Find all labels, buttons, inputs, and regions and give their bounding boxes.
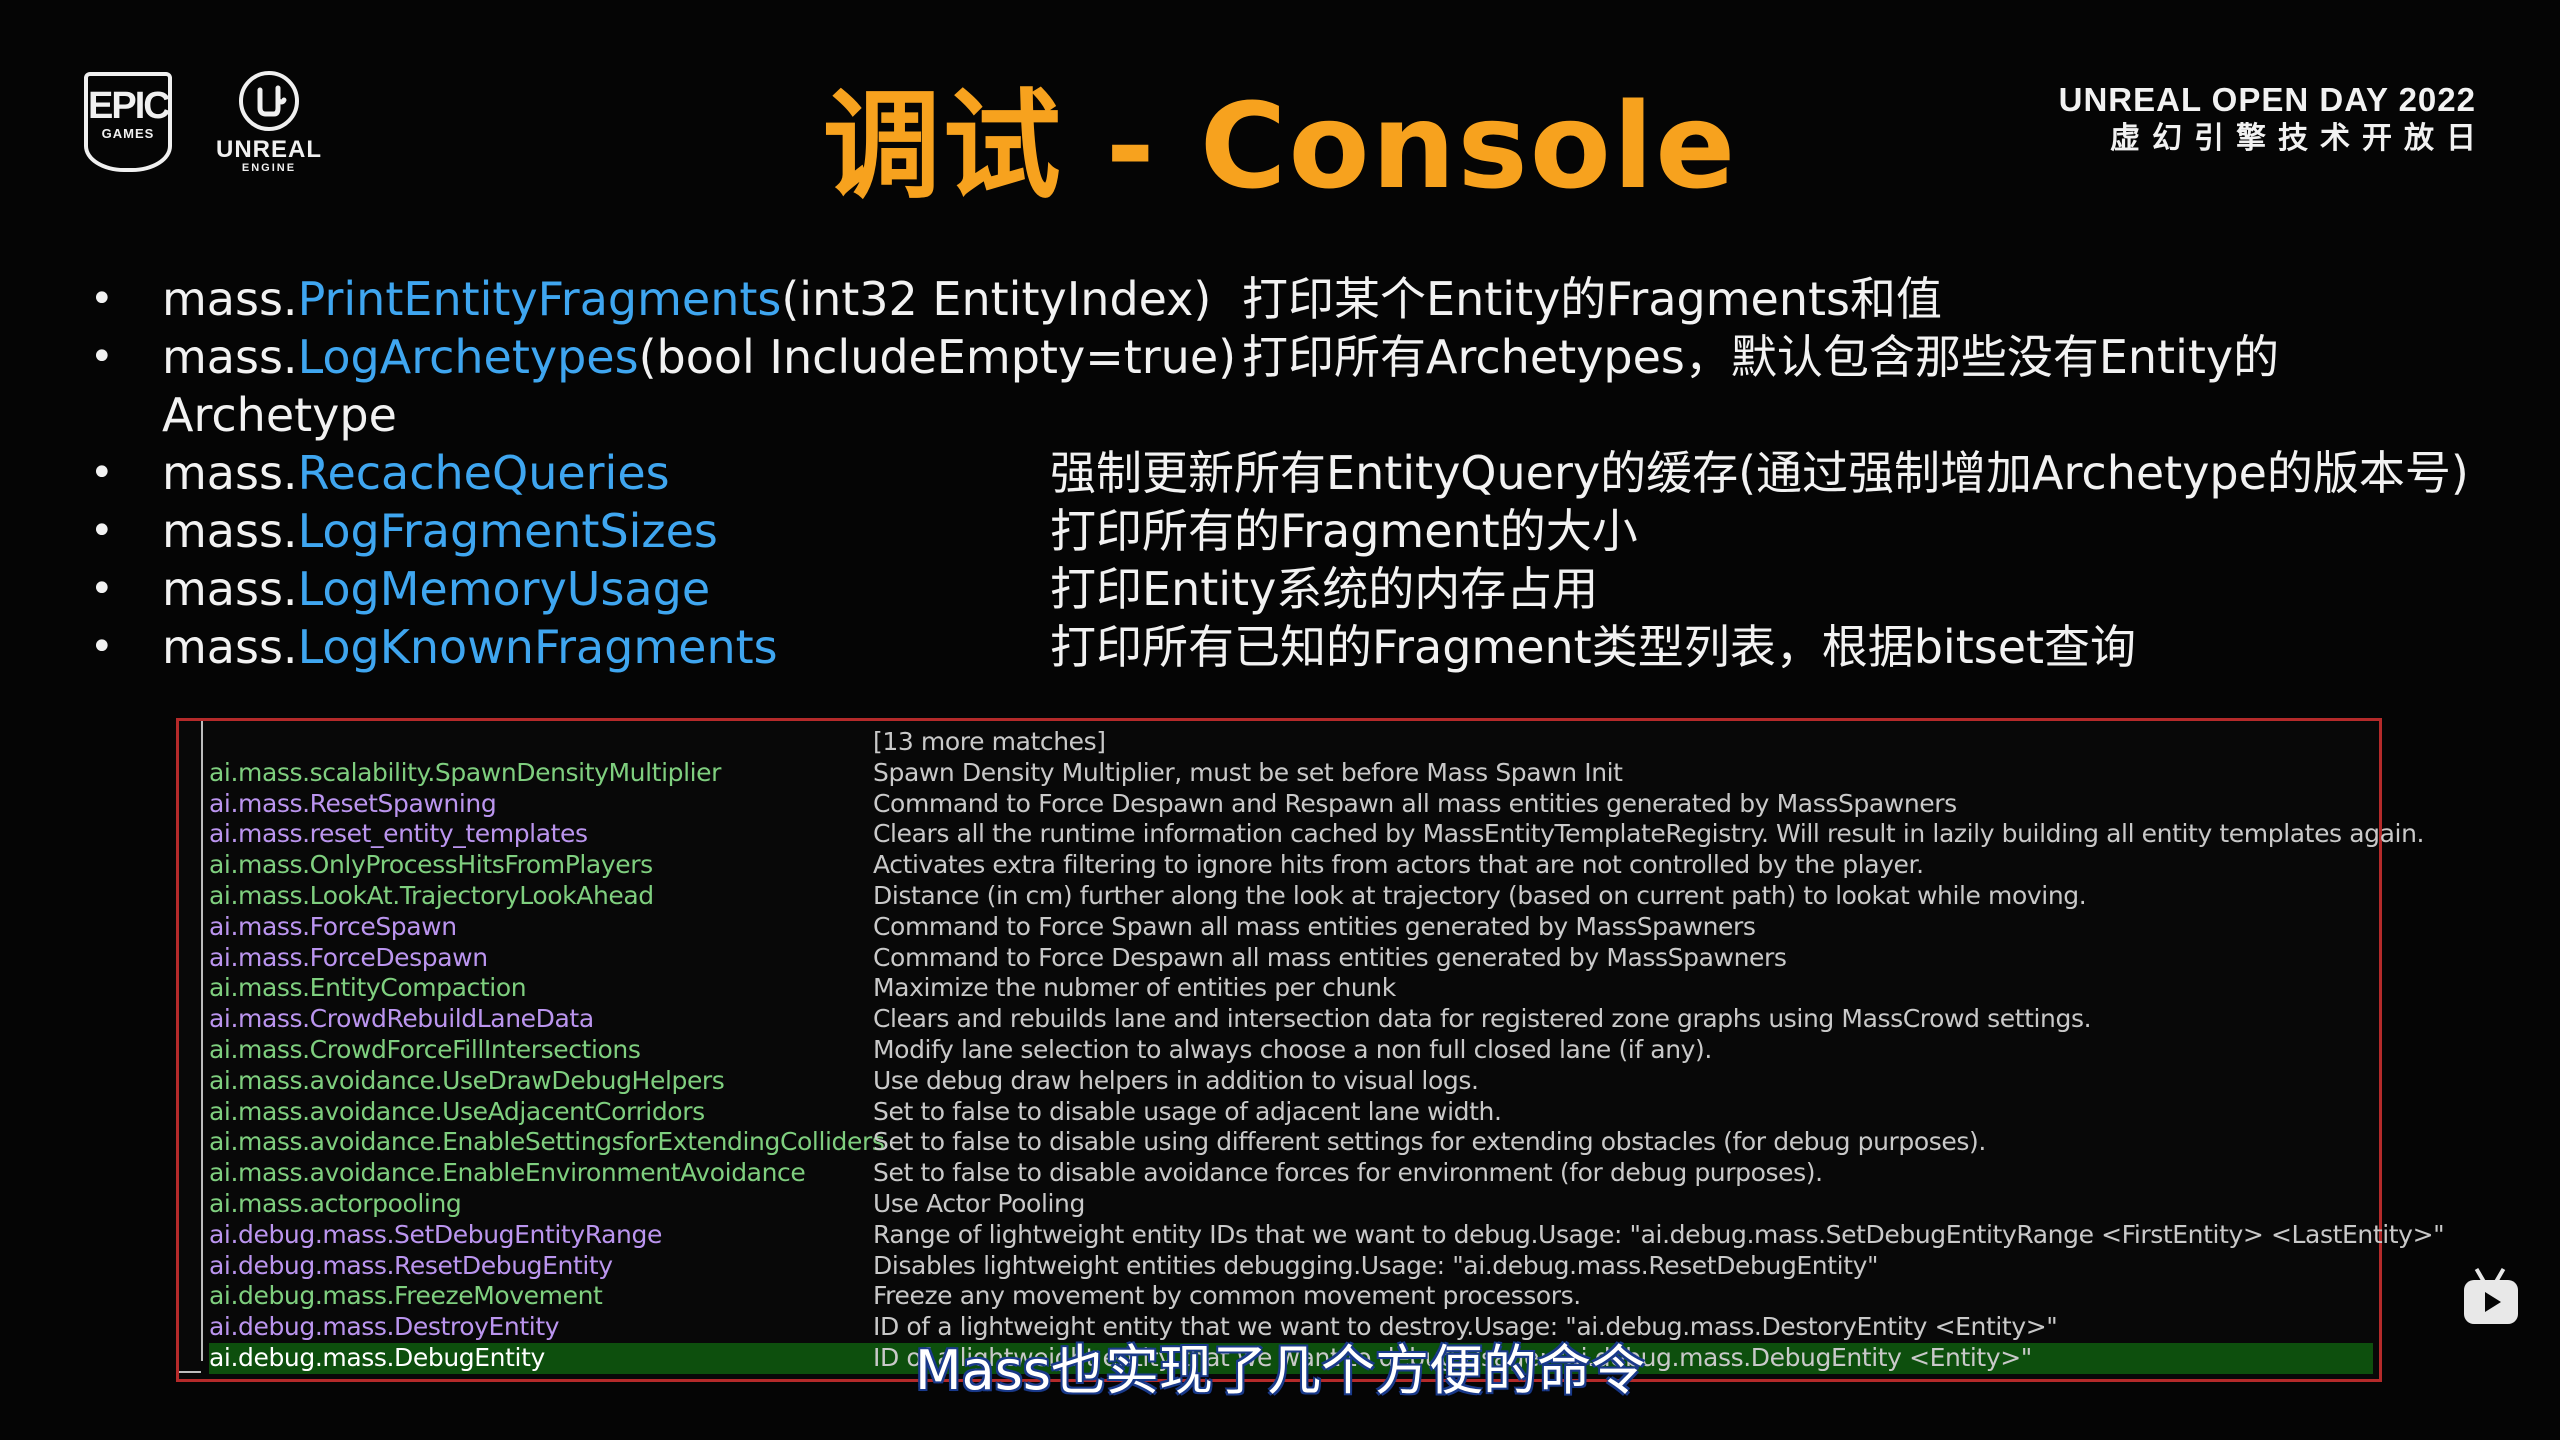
- console-command-name: ai.mass.avoidance.EnableEnvironmentAvoid…: [209, 1158, 806, 1188]
- console-command-name: ai.mass.ResetSpawning: [209, 788, 497, 818]
- console-suggestion[interactable]: ai.mass.avoidance.EnableEnvironmentAvoid…: [209, 1158, 2373, 1189]
- console-suggestion[interactable]: ai.mass.avoidance.UseDrawDebugHelpers Use…: [209, 1066, 2373, 1097]
- console-suggestion[interactable]: ai.mass.actorpooling Use Actor Pooling: [209, 1189, 2373, 1220]
- bullet-dot-icon: •: [90, 508, 114, 554]
- console-command-help: Set to false to disable avoidance forces…: [873, 1158, 1823, 1188]
- command-description: 打印Entity系统的内存占用: [1050, 562, 1599, 616]
- console-command-name: ai.mass.ForceSpawn: [209, 911, 457, 941]
- console-divider: [201, 721, 203, 1361]
- console-suggestion[interactable]: ai.mass.CrowdRebuildLaneData Clears and r…: [209, 1004, 2373, 1035]
- console-command-help: Clears and rebuilds lane and intersectio…: [873, 1004, 2092, 1034]
- bilibili-tv-icon[interactable]: [2464, 1267, 2518, 1324]
- command-name: mass.LogMemoryUsage: [162, 562, 711, 616]
- command-name: mass.LogKnownFragments: [162, 620, 778, 674]
- console-command-help: Disables lightweight entities debugging.…: [873, 1250, 1879, 1280]
- console-suggestion[interactable]: ai.mass.reset_entity_templates Clears all…: [209, 819, 2424, 850]
- console-command-name: ai.mass.avoidance.UseAdjacentCorridors: [209, 1096, 705, 1126]
- console-autocomplete-panel: [13 more matches] ai.mass.scalability.Sp…: [176, 718, 2445, 1382]
- command-name: mass.LogFragmentSizes: [162, 504, 718, 558]
- console-command-name: ai.mass.reset_entity_templates: [209, 819, 588, 849]
- console-suggestion[interactable]: ai.mass.OnlyProcessHitsFromPlayers Activa…: [209, 850, 2373, 881]
- console-command-help: Spawn Density Multiplier, must be set be…: [873, 757, 1623, 787]
- console-command-help: Clears all the runtime information cache…: [873, 819, 2425, 849]
- command-continuation: Archetype: [162, 388, 397, 442]
- console-command-help: Command to Force Despawn and Respawn all…: [873, 788, 1957, 818]
- console-suggestion[interactable]: ai.mass.LookAt.TrajectoryLookAhead Distan…: [209, 881, 2373, 912]
- console-command-help: Command to Force Spawn all mass entities…: [873, 911, 1756, 941]
- console-command-name: ai.mass.avoidance.EnableSettingsforExten…: [209, 1127, 885, 1157]
- bullet-dot-icon: •: [90, 334, 114, 380]
- console-command-help: Set to false to disable usage of adjacen…: [873, 1096, 1502, 1126]
- command-description: 强制更新所有EntityQuery的缓存(通过强制增加Archetype的版本号…: [1050, 446, 2469, 500]
- bullet-dot-icon: •: [90, 450, 114, 496]
- console-command-help: Command to Force Despawn all mass entiti…: [873, 942, 1787, 972]
- console-command-help: Activates extra filtering to ignore hits…: [873, 850, 1924, 880]
- console-suggestion[interactable]: ai.debug.mass.ResetDebugEntity Disables l…: [209, 1251, 2373, 1282]
- console-command-name: ai.mass.scalability.SpawnDensityMultipli…: [209, 757, 722, 787]
- command-name: mass.PrintEntityFragments(int32 EntityIn…: [162, 272, 1212, 326]
- console-command-name: ai.mass.LookAt.TrajectoryLookAhead: [209, 880, 654, 910]
- video-subtitle: Mass也实现了几个方便的命令: [915, 1339, 1645, 1402]
- console-command-help: Modify lane selection to always choose a…: [873, 1034, 1712, 1064]
- console-command-help: Use debug draw helpers in addition to vi…: [873, 1065, 1479, 1095]
- command-description: 打印所有已知的Fragment类型列表，根据bitset查询: [1050, 620, 2137, 674]
- bullet-dot-icon: •: [90, 624, 114, 670]
- command-description: 打印所有Archetypes，默认包含那些没有Entity的: [1242, 330, 2280, 384]
- console-command-name: ai.mass.OnlyProcessHitsFromPlayers: [209, 850, 653, 880]
- console-more-matches: [13 more matches]: [873, 727, 1106, 756]
- console-command-help: Range of lightweight entity IDs that we …: [873, 1219, 2445, 1249]
- console-suggestion[interactable]: ai.mass.ForceSpawn Command to Force Spawn…: [209, 912, 2373, 943]
- console-command-name: ai.debug.mass.ResetDebugEntity: [209, 1250, 613, 1280]
- console-suggestion[interactable]: ai.mass.ForceDespawn Command to Force Des…: [209, 943, 2373, 974]
- console-suggestion[interactable]: ai.debug.mass.FreezeMovement Freeze any m…: [209, 1281, 2373, 1312]
- console-suggestion[interactable]: ai.mass.CrowdForceFillIntersections Modif…: [209, 1035, 2373, 1066]
- command-name: mass.RecacheQueries: [162, 446, 670, 500]
- console-command-help: Freeze any movement by common movement p…: [873, 1281, 1581, 1311]
- console-command-name: ai.mass.actorpooling: [209, 1188, 462, 1218]
- bullet-dot-icon: •: [90, 276, 114, 322]
- console-suggestion[interactable]: ai.mass.EntityCompaction Maximize the nub…: [209, 973, 2373, 1004]
- command-description: 打印所有的Fragment的大小: [1050, 504, 1638, 558]
- console-suggestion[interactable]: ai.mass.scalability.SpawnDensityMultipli…: [209, 758, 2373, 789]
- console-suggestion[interactable]: ai.debug.mass.SetDebugEntityRange Range o…: [209, 1219, 2445, 1251]
- console-command-name: ai.debug.mass.FreezeMovement: [209, 1281, 603, 1311]
- console-command-help: Set to false to disable using different …: [873, 1127, 1986, 1157]
- console-command-help: Use Actor Pooling: [873, 1188, 1085, 1218]
- console-command-name: ai.debug.mass.SetDebugEntityRange: [209, 1219, 662, 1249]
- console-suggestion[interactable]: ai.mass.avoidance.UseAdjacentCorridors Se…: [209, 1097, 2373, 1128]
- console-command-name: ai.mass.avoidance.UseDrawDebugHelpers: [209, 1065, 725, 1095]
- console-command-help: Maximize the nubmer of entities per chun…: [873, 973, 1396, 1003]
- command-bullet-list: • mass.PrintEntityFragments(int32 Entity…: [0, 0, 2560, 700]
- command-name: mass.LogArchetypes(bool IncludeEmpty=tru…: [162, 330, 1237, 384]
- console-suggestion[interactable]: ai.mass.avoidance.EnableSettingsforExten…: [209, 1127, 2373, 1158]
- console-command-help: Distance (in cm) further along the look …: [873, 880, 2087, 910]
- console-command-name: ai.mass.CrowdRebuildLaneData: [209, 1004, 594, 1034]
- console-suggestion[interactable]: ai.mass.ResetSpawning Command to Force De…: [209, 789, 2373, 820]
- console-command-name: ai.mass.ForceDespawn: [209, 942, 488, 972]
- console-suggestion-list: [13 more matches] ai.mass.scalability.Sp…: [209, 727, 2445, 1374]
- console-command-name: ai.mass.CrowdForceFillIntersections: [209, 1034, 641, 1064]
- bullet-dot-icon: •: [90, 566, 114, 612]
- console-command-name: ai.mass.EntityCompaction: [209, 973, 527, 1003]
- command-description: 打印某个Entity的Fragments和值: [1242, 272, 1942, 326]
